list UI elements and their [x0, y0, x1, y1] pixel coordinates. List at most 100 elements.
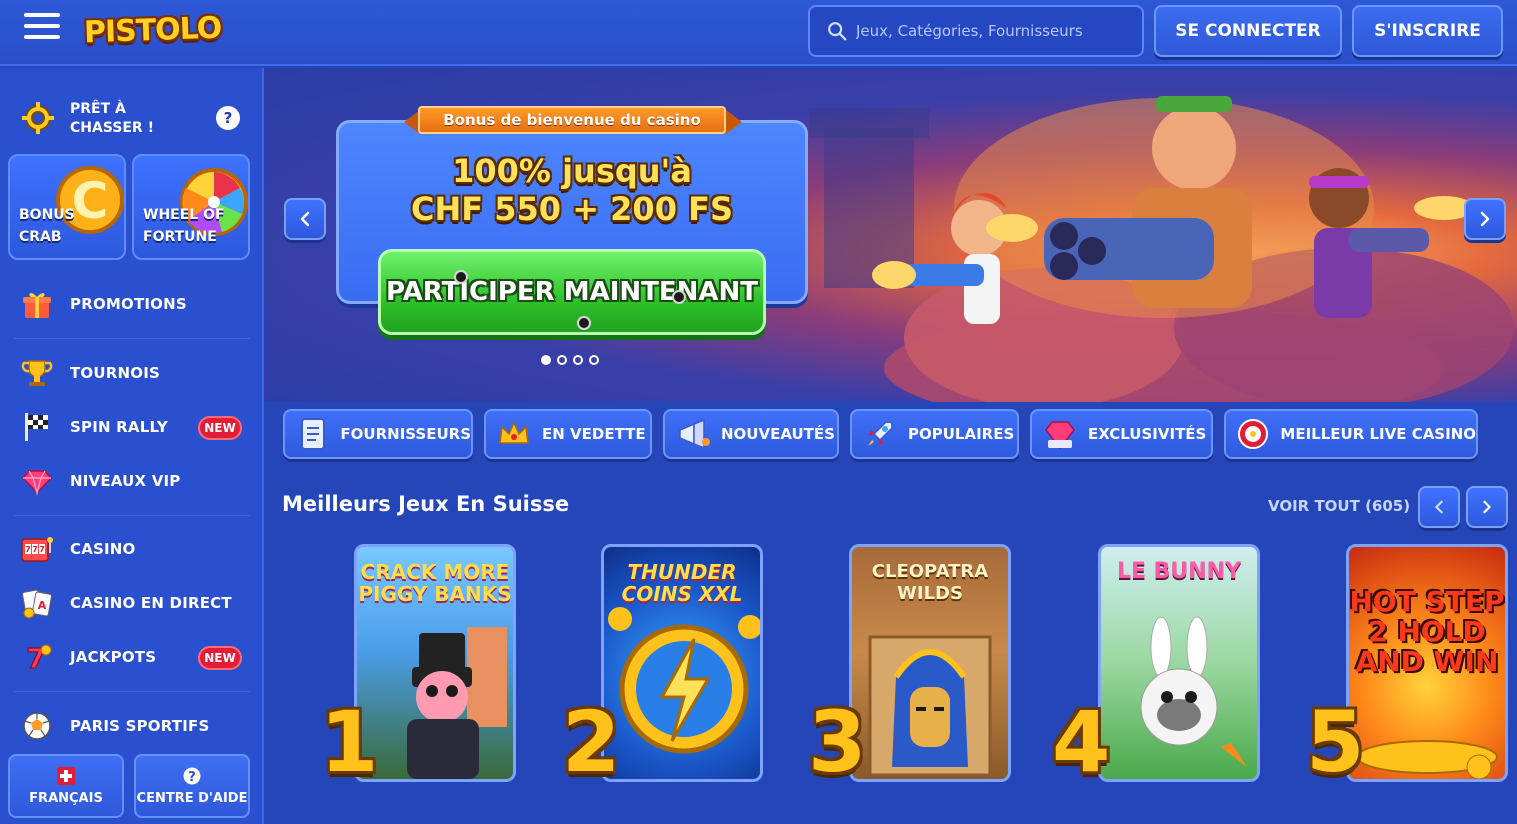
sidebar-item-label: SPIN RALLY — [70, 418, 168, 436]
sidebar-item-casino[interactable]: 777 CASINO — [20, 529, 244, 569]
category-populaires[interactable]: POPULAIRES — [850, 409, 1019, 459]
participate-button[interactable]: PARTICIPER MAINTENANT — [378, 249, 766, 335]
sidebar: PRÊT À CHASSER ! ? C BONUS CRAB WHEEL OF… — [0, 68, 264, 824]
category-meilleur-live-casino[interactable]: MEILLEUR LIVE CASINO — [1224, 409, 1478, 459]
help-center-button[interactable]: ? CENTRE D'AIDE — [134, 754, 250, 818]
game-card-le-bunny[interactable]: LE BUNNY — [1098, 544, 1260, 782]
carousel-dot[interactable] — [589, 355, 599, 365]
signup-button[interactable]: S'INSCRIRE — [1352, 5, 1503, 57]
sidebar-item-promotions[interactable]: PROMOTIONS — [20, 284, 244, 324]
rocket-icon — [862, 416, 898, 452]
section-title: Meilleurs Jeux En Suisse — [282, 492, 570, 516]
bullet-hole-icon — [454, 270, 468, 284]
category-en-vedette[interactable]: EN VEDETTE — [484, 409, 652, 459]
category-exclusivites[interactable]: EXCLUSIVITÉS — [1030, 409, 1213, 459]
notepad-icon — [295, 416, 330, 452]
help-icon[interactable]: ? — [216, 106, 240, 130]
sidebar-item-tournois[interactable]: TOURNOIS — [20, 353, 244, 393]
promo-headline: 100% jusqu'à — [452, 152, 692, 190]
search-input[interactable] — [856, 22, 1126, 40]
carousel-dot[interactable] — [557, 355, 567, 365]
hero-prev-button[interactable] — [284, 198, 326, 240]
promo-amount: CHF 550 + 200 FS — [411, 190, 733, 228]
chevron-left-icon — [300, 211, 310, 227]
language-button[interactable]: FRANÇAIS — [8, 754, 124, 818]
top-bar: PISTOLO SE CONNECTER S'INSCRIRE — [0, 0, 1517, 66]
chip-label: MEILLEUR LIVE CASINO — [1280, 425, 1476, 443]
carousel-dot[interactable] — [541, 355, 551, 365]
sidebar-item-paris-sportifs[interactable]: PARIS SPORTIFS — [20, 706, 244, 746]
sidebar-item-label: PROMOTIONS — [70, 295, 187, 313]
rank-number: 3 — [808, 693, 867, 791]
rank-number: 1 — [320, 693, 379, 791]
search-box[interactable] — [808, 5, 1144, 57]
lucky-seven-icon: 7 — [20, 640, 54, 674]
trophy-icon — [20, 356, 54, 390]
menu-icon[interactable] — [24, 13, 60, 47]
chip-label: EN VEDETTE — [542, 425, 646, 443]
ribbon-tail — [726, 110, 742, 134]
chip-label: EXCLUSIVITÉS — [1088, 425, 1207, 443]
bullet-hole-icon — [577, 316, 591, 330]
game-title: HOT STEP 2 HOLD AND WIN — [1349, 585, 1505, 678]
language-label: FRANÇAIS — [29, 790, 103, 806]
chip-label: POPULAIRES — [908, 425, 1015, 443]
hunt-promo[interactable]: PRÊT À CHASSER ! ? — [20, 100, 250, 140]
wheel-of-fortune-tile[interactable]: WHEEL OF FORTUNE — [132, 154, 250, 260]
swiss-flag-icon — [57, 766, 75, 785]
tile-label: WHEEL OF FORTUNE — [143, 207, 225, 245]
site-logo[interactable]: PISTOLO — [83, 6, 222, 57]
category-fournisseurs[interactable]: FOURNISSEURS — [283, 409, 473, 459]
game-card-hot-step-2[interactable]: HOT STEP 2 HOLD AND WIN — [1346, 544, 1508, 782]
sidebar-item-niveaux-vip[interactable]: NIVEAUX VIP — [20, 461, 244, 501]
chevron-left-icon — [1435, 500, 1443, 514]
bonus-crab-tile[interactable]: C BONUS CRAB — [8, 154, 126, 260]
chevron-right-icon — [1483, 500, 1491, 514]
game-title: CRACK MORE PIGGY BANKS — [358, 560, 512, 606]
new-badge: NEW — [198, 416, 242, 440]
slot-machine-icon: 777 — [20, 532, 54, 566]
megaphone-icon — [675, 416, 711, 452]
rank-number: 2 — [562, 693, 621, 791]
question-icon: ? — [183, 767, 201, 785]
sidebar-item-label: NIVEAUX VIP — [70, 472, 181, 490]
see-all-link[interactable]: VOIR TOUT (605) — [1268, 497, 1410, 515]
game-card-cleopatra-wilds[interactable]: CLEOPATRA WILDS — [849, 544, 1011, 782]
sidebar-item-casino-en-direct[interactable]: A CASINO EN DIRECT — [20, 583, 244, 623]
sidebar-item-label: CASINO — [70, 540, 136, 558]
target-icon — [22, 102, 54, 134]
help-center-label: CENTRE D'AIDE — [136, 790, 248, 806]
roulette-icon — [1236, 416, 1270, 452]
hero-next-button[interactable] — [1464, 198, 1506, 240]
game-title: THUNDER COINS XXL — [621, 560, 743, 606]
crown-icon — [496, 416, 532, 452]
promo-ribbon: Bonus de bienvenue du casino — [418, 106, 726, 134]
games-next-button[interactable] — [1466, 486, 1508, 528]
cards-icon: A — [20, 586, 54, 620]
bullet-hole-icon — [672, 290, 686, 304]
carousel-dots — [541, 355, 599, 365]
carousel-dot[interactable] — [573, 355, 583, 365]
divider — [14, 515, 250, 516]
game-card-thunder-coins-xxl[interactable]: THUNDER COINS XXL — [601, 544, 763, 782]
gift-icon — [20, 287, 54, 321]
rank-number: 4 — [1052, 693, 1111, 791]
svg-text:7: 7 — [39, 545, 45, 554]
games-prev-button[interactable] — [1418, 486, 1460, 528]
game-title: CLEOPATRA WILDS — [871, 561, 989, 604]
hunt-label: PRÊT À CHASSER ! — [70, 101, 154, 136]
svg-text:A: A — [38, 599, 47, 612]
search-icon — [828, 22, 847, 41]
chevron-right-icon — [1480, 211, 1490, 227]
sidebar-item-spin-rally[interactable]: SPIN RALLY NEW — [20, 407, 244, 447]
chip-label: FOURNISSEURS — [340, 425, 471, 443]
sidebar-item-label: JACKPOTS — [70, 648, 157, 666]
sidebar-item-jackpots[interactable]: 7 JACKPOTS NEW — [20, 637, 244, 677]
divider — [14, 338, 250, 339]
game-title: LE BUNNY — [1116, 559, 1242, 584]
svg-text:7: 7 — [25, 545, 31, 554]
category-nouveautes[interactable]: NOUVEAUTÉS — [663, 409, 839, 459]
sidebar-item-label: PARIS SPORTIFS — [70, 717, 210, 735]
login-button[interactable]: SE CONNECTER — [1154, 5, 1342, 57]
svg-text:?: ? — [188, 770, 196, 785]
